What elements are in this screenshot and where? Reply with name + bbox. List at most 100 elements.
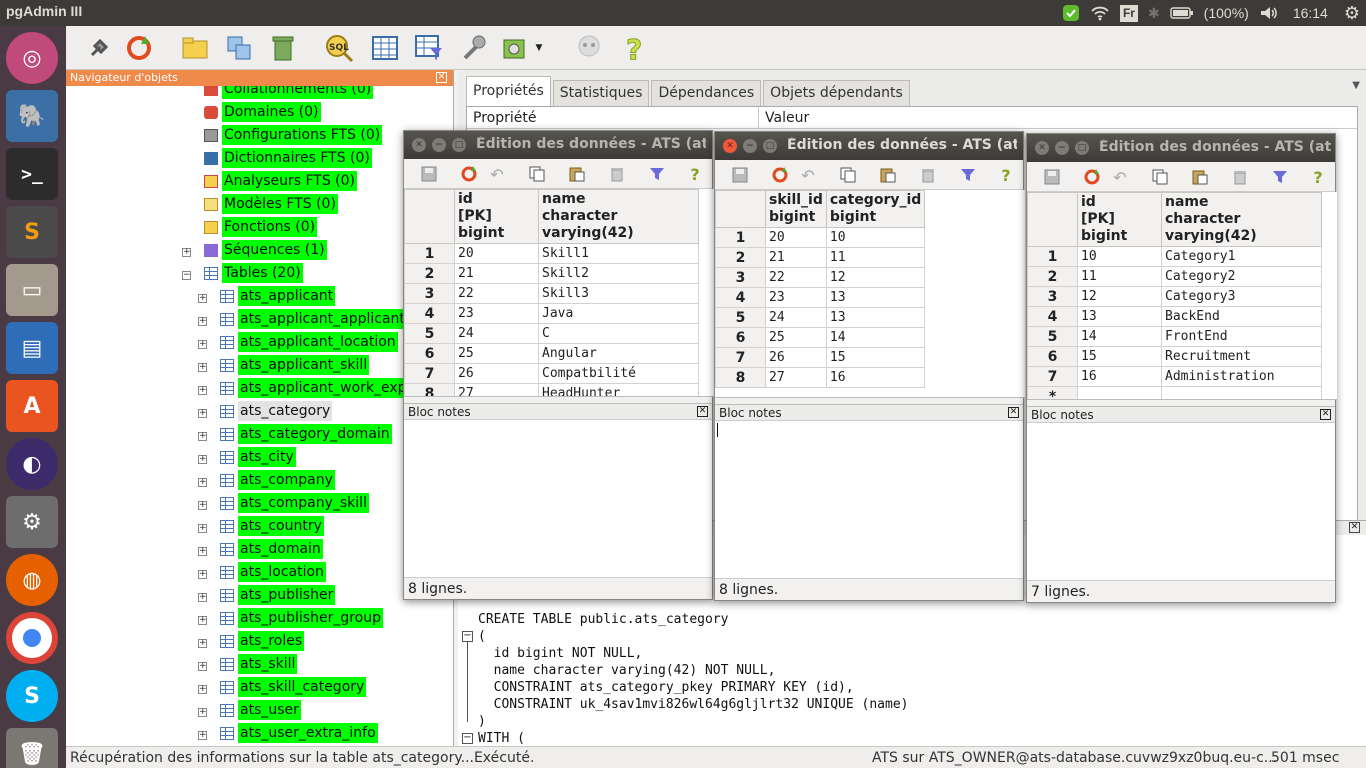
expand-table-toggle[interactable]: + — [198, 386, 207, 395]
delete-row-icon[interactable] — [1231, 168, 1249, 186]
table-row[interactable]: 7 26 15 — [715, 347, 926, 368]
table-row[interactable]: 3 12 Category3 — [1027, 286, 1322, 307]
minimize-window-icon[interactable]: − — [1055, 141, 1069, 155]
data-grid[interactable]: id [PK] bigint name character varying(42) … — [1027, 192, 1337, 400]
table-row[interactable]: 6 25 14 — [715, 327, 926, 348]
tree-node-fts-parsers[interactable]: Analyseurs FTS (0) — [204, 171, 358, 191]
table-row[interactable]: 8 27 HeadHunter — [404, 383, 699, 396]
expand-table-toggle[interactable]: + — [198, 593, 207, 602]
copy-icon[interactable] — [528, 165, 546, 183]
tree-node-table[interactable]: ats_applicant_applicant — [220, 309, 407, 329]
filter-icon[interactable] — [648, 165, 666, 183]
column-header-category-id[interactable]: category_id bigint — [825, 190, 926, 228]
expand-table-toggle[interactable]: + — [198, 570, 207, 579]
ubuntu-dash-icon[interactable]: ◎ — [6, 32, 58, 84]
table-row[interactable]: 1 20 10 — [715, 227, 926, 248]
help-icon[interactable]: ? — [997, 166, 1015, 185]
delete-row-icon[interactable] — [608, 165, 626, 183]
save-icon[interactable] — [731, 166, 749, 184]
column-header-id[interactable]: id [PK] bigint — [454, 189, 539, 244]
create-object-icon[interactable] — [222, 31, 256, 65]
refresh-icon[interactable] — [771, 166, 789, 184]
expand-table-toggle[interactable]: + — [198, 432, 207, 441]
table-row[interactable]: 2 21 Skill2 — [404, 263, 699, 284]
expand-table-toggle[interactable]: + — [198, 501, 207, 510]
expand-sequences-toggle[interactable]: + — [182, 248, 191, 257]
wifi-icon[interactable] — [1090, 5, 1110, 21]
tab-dependents[interactable]: Objets dépendants — [763, 80, 910, 106]
help-icon[interactable]: ? — [686, 165, 704, 184]
tree-node-table[interactable]: ats_category — [220, 401, 333, 421]
paste-icon[interactable] — [879, 166, 897, 184]
maintenance-wrench-icon[interactable] — [456, 31, 490, 65]
eclipse-icon[interactable]: ◐ — [6, 438, 58, 490]
tab-statistics[interactable]: Statistiques — [552, 80, 650, 106]
column-header-name[interactable]: name character varying(42) — [538, 189, 699, 244]
hint-icon[interactable] — [572, 31, 606, 65]
undo-icon[interactable]: ↶ — [1111, 168, 1129, 187]
filter-icon[interactable] — [959, 166, 977, 184]
update-check-icon[interactable] — [1062, 4, 1080, 22]
sublime-text-icon[interactable]: S — [6, 206, 58, 258]
maximize-window-icon[interactable]: □ — [763, 139, 777, 153]
expand-table-toggle[interactable]: + — [198, 547, 207, 556]
paste-icon[interactable] — [1191, 168, 1209, 186]
keyboard-language-indicator[interactable]: Fr — [1119, 4, 1138, 22]
view-filtered-data-icon[interactable] — [412, 31, 446, 65]
clock[interactable]: 16:14 — [1293, 5, 1328, 21]
filter-icon[interactable] — [1271, 168, 1289, 186]
connect-plug-icon[interactable] — [82, 31, 116, 65]
table-row[interactable]: 1 20 Skill1 — [404, 243, 699, 264]
table-row[interactable]: 8 27 16 — [715, 367, 926, 388]
expand-table-toggle[interactable]: + — [198, 294, 207, 303]
tree-node-table[interactable]: ats_publisher — [220, 585, 336, 605]
tree-node-sequences[interactable]: Séquences (1) — [204, 240, 327, 260]
tree-node-table[interactable]: ats_applicant_skill — [220, 355, 370, 375]
refresh-icon[interactable] — [1083, 168, 1101, 186]
column-header-skill-id[interactable]: skill_id bigint — [765, 190, 827, 228]
tree-node-table[interactable]: ats_skill_category — [220, 677, 367, 697]
tree-node-table[interactable]: ats_roles — [220, 631, 305, 651]
tab-properties[interactable]: Propriétés — [466, 76, 551, 106]
refresh-icon[interactable] — [460, 165, 478, 183]
tree-node-domains[interactable]: Domaines (0) — [204, 102, 321, 122]
save-icon[interactable] — [1043, 168, 1061, 186]
copy-icon[interactable] — [839, 166, 857, 184]
tree-node-table[interactable]: ats_user_extra_info — [220, 723, 378, 743]
expand-table-toggle[interactable]: + — [198, 639, 207, 648]
fold-toggle[interactable]: − — [462, 631, 473, 642]
tree-node-table[interactable]: ats_company_skill — [220, 493, 369, 513]
delete-row-icon[interactable] — [919, 166, 937, 184]
plugins-icon[interactable] — [498, 31, 532, 65]
notes-textarea[interactable] — [404, 420, 712, 576]
table-row[interactable]: 7 26 Compatbilité — [404, 363, 699, 384]
table-row[interactable]: 4 23 13 — [715, 287, 926, 308]
expand-table-toggle[interactable]: + — [198, 662, 207, 671]
collapse-tables-toggle[interactable]: − — [182, 271, 191, 280]
tree-node-table[interactable]: ats_user — [220, 700, 301, 720]
tree-node-table[interactable]: ats_applicant_work_exp — [220, 378, 409, 398]
tree-node-table[interactable]: ats_country — [220, 516, 324, 536]
sql-pane-close-icon[interactable]: ✕ — [1349, 522, 1360, 533]
table-row[interactable]: 3 22 Skill3 — [404, 283, 699, 304]
window-titlebar[interactable]: ✕ − □ Édition des données - ATS (ats-c — [1027, 134, 1335, 162]
minimize-window-icon[interactable]: − — [743, 139, 757, 153]
notes-close-icon[interactable]: ✕ — [1320, 409, 1331, 420]
save-icon[interactable] — [420, 165, 438, 183]
new-row[interactable]: * — [1027, 386, 1322, 399]
sql-query-icon[interactable]: SQL — [322, 31, 356, 65]
tree-node-table[interactable]: ats_location — [220, 562, 326, 582]
table-row[interactable]: 1 10 Category1 — [1027, 246, 1322, 267]
system-settings-icon[interactable]: ⚙ — [6, 496, 58, 548]
tree-node-fts-dictionaries[interactable]: Dictionnaires FTS (0) — [204, 148, 372, 168]
chrome-icon[interactable] — [6, 612, 58, 664]
notes-close-icon[interactable]: ✕ — [697, 406, 708, 417]
close-window-icon[interactable]: ✕ — [1035, 141, 1049, 155]
paste-icon[interactable] — [568, 165, 586, 183]
data-grid[interactable]: skill_id bigint category_id bigint 1 20 10 2… — [715, 190, 1025, 398]
tree-node-table[interactable]: ats_applicant — [220, 286, 336, 306]
tree-node-fts-templates[interactable]: Modèles FTS (0) — [204, 194, 338, 214]
tree-node-table[interactable]: ats_applicant_location — [220, 332, 398, 352]
notes-textarea[interactable] — [717, 423, 718, 437]
tree-node-table[interactable]: ats_publisher_group — [220, 608, 383, 628]
